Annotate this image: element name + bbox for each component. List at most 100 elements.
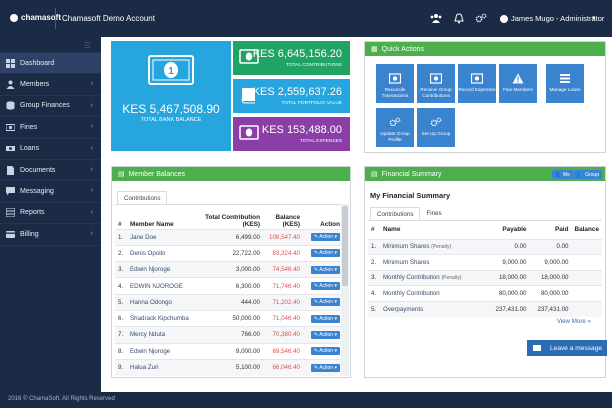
- balance-value: 66,046.40: [263, 358, 303, 376]
- balance-value: [571, 269, 602, 286]
- sidebar-item-documents[interactable]: Documents ‹: [0, 160, 101, 182]
- user-menu[interactable]: James Mugo - Administrator: [500, 14, 604, 24]
- quick-action-receive-group-contributions[interactable]: Receive Group Contributions: [417, 64, 455, 103]
- table-row: 3. Monthly Contribution (Penalty) 18,000.0…: [368, 269, 602, 286]
- col-name: Name: [383, 226, 401, 234]
- col-payable: Payable: [502, 226, 527, 234]
- member-name-link[interactable]: Edwin Njoroge: [127, 261, 201, 278]
- sidebar-item-group-finances[interactable]: Group Finances ‹: [0, 96, 101, 118]
- action-button[interactable]: ✎ Action ▾: [310, 249, 340, 258]
- member-balances-title: Member Balances: [128, 170, 186, 178]
- member-name-link[interactable]: EDWIN NJOROGE: [127, 277, 201, 295]
- cogs-icon[interactable]: [475, 12, 487, 24]
- action-button[interactable]: ✎ Action ▾: [310, 233, 340, 242]
- row-num: 1.: [115, 228, 127, 246]
- group-label: Group: [585, 171, 599, 178]
- balance-value: 69,546.40: [263, 342, 303, 360]
- row-num: 4.: [115, 277, 127, 295]
- sidebar-item-label: Messaging: [20, 188, 54, 196]
- me-button[interactable]: 👤 Me: [551, 170, 573, 179]
- action-label: Action: [319, 315, 334, 322]
- table-row: 5. Hanna Odongo 444.00 71,202.40 ✎ Action ▾: [115, 293, 343, 311]
- member-name-link[interactable]: Shadrack Kipchumba: [127, 309, 201, 327]
- table-row: 5. Overpayments 237,431.00 237,431.00: [368, 300, 602, 317]
- sidebar-item-reports[interactable]: Reports ‹: [0, 203, 101, 225]
- tab-fines[interactable]: Fines: [420, 207, 447, 221]
- reports-icon: [6, 208, 15, 218]
- balance-value: [571, 300, 602, 317]
- row-num: 2.: [115, 244, 127, 262]
- portfolio-tile[interactable]: KES 2,559,637.26 TOTAL PORTFOLIO VALUE: [233, 79, 350, 113]
- member-balances-header: ▤ Member Balances: [112, 167, 350, 181]
- sidebar-item-fines[interactable]: Fines ‹: [0, 117, 101, 139]
- paid-value: 237,431.00: [529, 300, 572, 317]
- item-name: Monthly Contribution: [383, 289, 440, 297]
- sidebar-toggle-bar: ☰: [0, 37, 101, 53]
- svg-text:1: 1: [168, 66, 174, 77]
- grid-icon: ▦: [371, 46, 378, 53]
- sidebar-item-loans[interactable]: Loans ‹: [0, 139, 101, 160]
- table-row: 4. Monthly Contribution 80,000.00 80,000.0…: [368, 285, 602, 301]
- member-name-link[interactable]: Edwin Njoroge: [127, 342, 201, 360]
- row-num: 7.: [115, 326, 127, 344]
- member-name-link[interactable]: Halua Zuri: [127, 358, 201, 376]
- item-name: Monthly Contribution: [383, 274, 440, 282]
- member-name-link[interactable]: Hanna Odongo: [127, 293, 201, 311]
- action-button[interactable]: ✎ Action ▾: [310, 298, 340, 307]
- user-avatar-icon: [500, 15, 508, 24]
- contributions-tile[interactable]: KES 6,645,156.20 TOTAL CONTRIBUTIONS: [233, 41, 350, 75]
- paid-value: 0.00: [529, 238, 572, 255]
- member-name-link[interactable]: Denis Opollo: [127, 244, 201, 262]
- member-name-link[interactable]: Mercy Nduta: [127, 326, 201, 344]
- payable-value: 0.00: [479, 238, 530, 255]
- sidebar-toggle-icon[interactable]: ☰: [84, 41, 91, 50]
- summary-item-name: Monthly Contribution (Penalty): [380, 269, 480, 286]
- financial-summary-table: # Name Payable Paid Balance 1. Minimum Sh…: [368, 221, 602, 317]
- action-button[interactable]: ✎ Action ▾: [310, 314, 340, 323]
- action-button[interactable]: ✎ Action ▾: [310, 347, 340, 356]
- sidebar-item-members[interactable]: Members ‹: [0, 74, 101, 96]
- quick-action-reconcile-transactions[interactable]: Reconcile Transactions: [376, 64, 414, 103]
- logo[interactable]: chamasoft: [10, 13, 61, 22]
- action-button[interactable]: ✎ Action ▾: [310, 363, 340, 372]
- quick-action-manage-loans[interactable]: Manage Loans: [546, 64, 584, 103]
- chevron-down-icon: ▾: [333, 331, 337, 338]
- coins-icon: [6, 101, 15, 111]
- user-icon: 👤: [554, 171, 562, 178]
- group-button[interactable]: 👥 Group: [573, 170, 602, 179]
- member-name-link[interactable]: Jane Doe: [127, 228, 201, 246]
- action-button[interactable]: ✎ Action ▾: [310, 330, 340, 339]
- sidebar-nav: Dashboard Members ‹ Group Finances ‹ Fines ‹ Lo…: [0, 53, 101, 246]
- chevron-down-icon: ▾: [333, 364, 337, 371]
- leave-message-button[interactable]: Leave a message: [527, 340, 607, 356]
- item-name: Minimum Shares: [383, 243, 430, 251]
- bell-icon[interactable]: [453, 12, 465, 24]
- financial-summary-tabs: Contributions Fines: [370, 207, 448, 221]
- quick-action-set-up-group[interactable]: Set Up Group: [417, 108, 455, 147]
- col-total-contribution: Total Contribution (KES): [205, 213, 260, 228]
- total-contribution: 3,000.00: [201, 261, 263, 278]
- sidebar-item-messaging[interactable]: Messaging ‹: [0, 181, 101, 203]
- quick-action-record-expenses[interactable]: Record Expenses: [458, 64, 496, 103]
- view-more-link[interactable]: View More »: [557, 318, 591, 325]
- sidebar-item-billing[interactable]: Billing ‹: [0, 224, 101, 246]
- sidebar-item-dashboard[interactable]: Dashboard: [0, 53, 101, 75]
- summary-item-name: Minimum Shares: [380, 254, 480, 270]
- bank-balance-tile[interactable]: 1 KES 5,467,508.90 TOTAL BANK BALANCE: [111, 41, 231, 151]
- users-icon[interactable]: [430, 12, 442, 24]
- tab-contributions[interactable]: Contributions: [117, 191, 168, 205]
- expenses-tile[interactable]: KES 153,488.00 TOTAL EXPENSES: [233, 117, 350, 151]
- table-scrollbar[interactable]: [341, 204, 349, 376]
- app-window: chamasoft Chamasoft Demo Account James M…: [0, 0, 612, 408]
- quick-action-fine-members[interactable]: Fine Members: [499, 64, 537, 103]
- quick-action-update-group-profile[interactable]: Update Group Profile: [376, 108, 414, 147]
- divider: [55, 8, 56, 29]
- tab-contributions[interactable]: Contributions: [370, 207, 421, 221]
- action-button[interactable]: ✎ Action ▾: [310, 282, 340, 291]
- action-button[interactable]: ✎ Action ▾: [310, 265, 340, 274]
- quick-action-label: Record Expenses: [458, 87, 496, 92]
- chevron-left-icon: ‹: [90, 144, 93, 152]
- payable-value: 9,000.00: [479, 254, 530, 270]
- table-row: 7. Mercy Nduta 766.00 70,380.40 ✎ Action ▾: [115, 326, 343, 344]
- chevron-down-icon[interactable]: ▾: [592, 14, 596, 22]
